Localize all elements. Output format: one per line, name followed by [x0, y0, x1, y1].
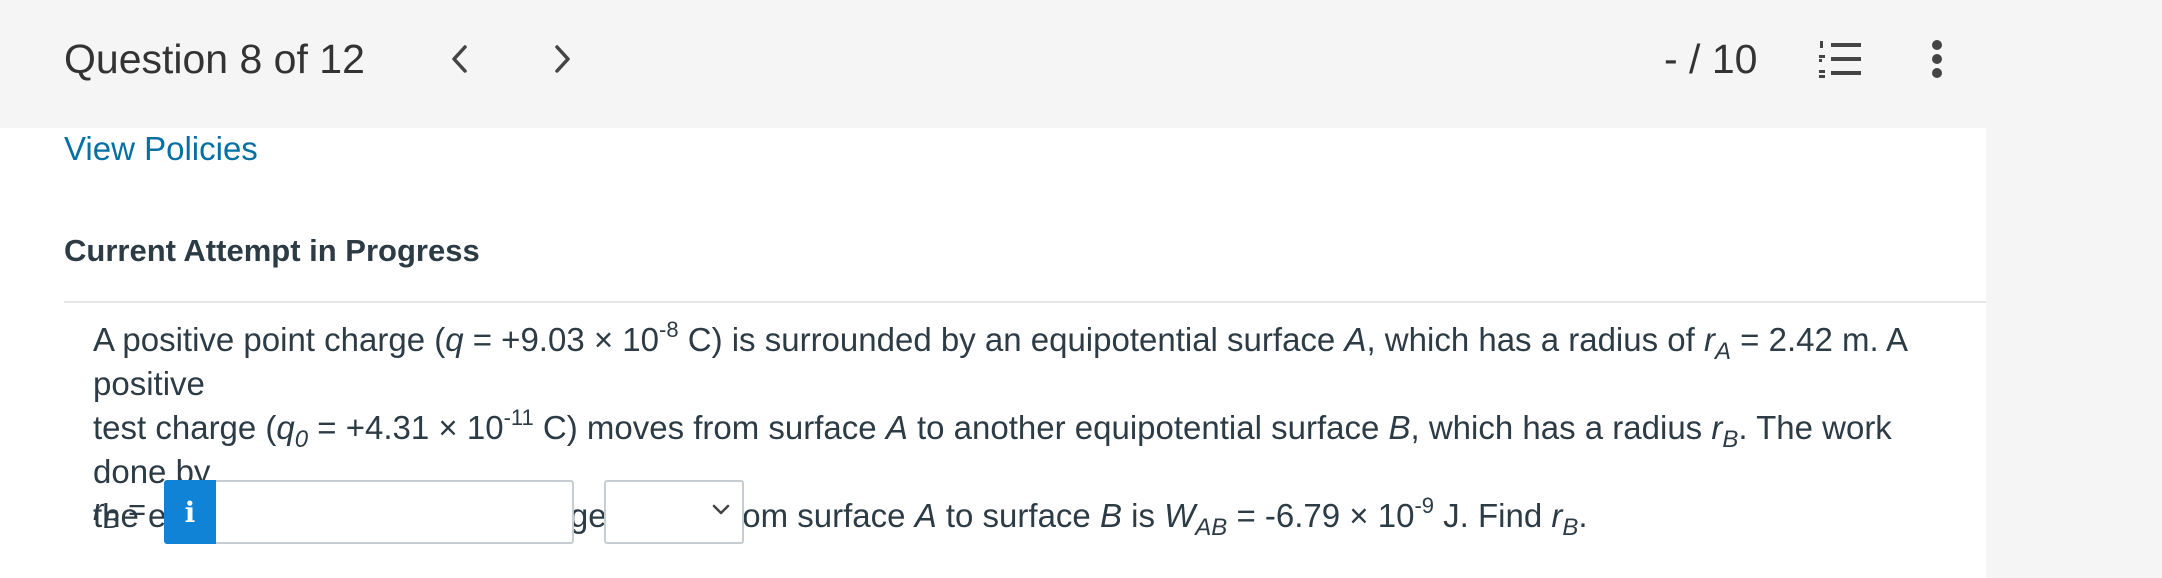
chevron-right-icon [555, 45, 570, 73]
next-question-button[interactable] [542, 36, 582, 82]
answer-input[interactable] [216, 480, 574, 544]
section-divider [64, 301, 1986, 303]
question-line-1: A positive point charge (q = +9.03 × 10-… [93, 317, 1907, 403]
page-gutter [1986, 128, 2162, 578]
question-list-button[interactable] [1818, 38, 1864, 80]
question-counter: Question 8 of 12 [64, 36, 365, 82]
view-policies-link[interactable]: View Policies [64, 130, 258, 168]
info-button[interactable]: i [164, 480, 216, 544]
info-icon: i [184, 495, 196, 529]
numbered-list-icon [1819, 41, 1861, 78]
more-vertical-icon [1932, 40, 1942, 50]
score-display: - / 10 [1664, 36, 1758, 82]
units-dropdown[interactable] [604, 480, 744, 544]
answer-label: rB = [93, 492, 147, 534]
chevron-left-icon [452, 45, 467, 73]
chevron-down-icon [712, 504, 730, 515]
previous-question-button[interactable] [440, 36, 480, 82]
more-options-button[interactable] [1924, 36, 1950, 82]
question-header: Question 8 of 12 - / 10 [0, 0, 2162, 128]
attempt-heading: Current Attempt in Progress [64, 233, 480, 268]
